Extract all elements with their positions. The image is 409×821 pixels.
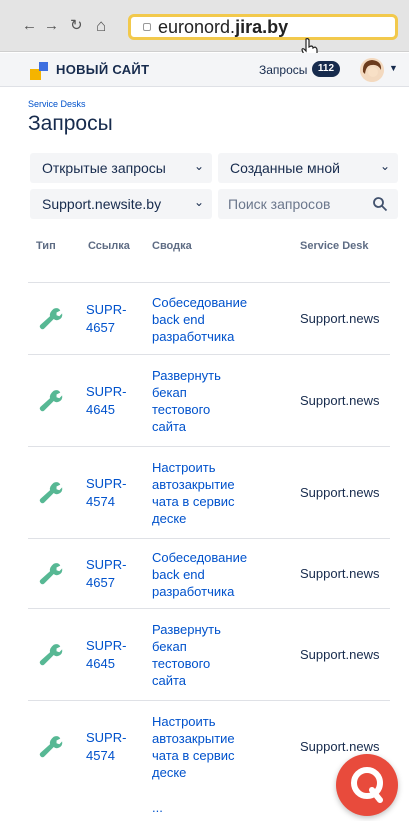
- request-summary-line: деске: [152, 765, 187, 780]
- search-box[interactable]: [218, 189, 398, 219]
- table-row[interactable]: SUPR- 4645 Развернуть бекап тестового сайта Su…: [28, 354, 390, 446]
- request-summary-link[interactable]: Собеседование back end разработчика: [152, 549, 247, 600]
- chevron-down-icon: ⌄: [193, 159, 204, 173]
- column-header-service-desk: Service Desk: [300, 240, 369, 252]
- request-key-link[interactable]: SUPR- 4657: [86, 301, 126, 337]
- table-row[interactable]: SUPR- 4574 Настроить автозакрытие чата в сер…: [28, 446, 390, 538]
- lock-icon: [143, 23, 151, 31]
- url-text: euronord.jira.by: [158, 17, 289, 37]
- wrench-icon: [39, 563, 63, 585]
- chevron-down-icon: ⌄: [379, 159, 390, 173]
- home-icon[interactable]: ⌂: [96, 17, 106, 34]
- request-key-line: 4645: [86, 656, 115, 671]
- wrench-icon: [39, 644, 63, 666]
- request-key-line: SUPR-: [86, 557, 127, 572]
- address-bar[interactable]: euronord.jira.by: [128, 14, 398, 40]
- request-summary-line: Настроить: [152, 460, 216, 475]
- creator-filter-label: Созданные мной: [230, 160, 340, 176]
- site-logo-icon: [30, 62, 48, 80]
- request-summary-link[interactable]: Настроить автозакрытие чата в сервис деске: [152, 459, 235, 527]
- request-key-line: 4645: [86, 402, 115, 417]
- request-summary-link[interactable]: Собеседование back end разработчика: [152, 294, 247, 345]
- wrench-icon: [39, 308, 63, 330]
- request-key-link[interactable]: SUPR- 4574: [86, 729, 126, 765]
- help-chat-button[interactable]: [336, 754, 398, 816]
- request-summary-line: бекап: [152, 385, 187, 400]
- request-key-line: 4574: [86, 748, 115, 763]
- request-summary-line: Развернуть: [152, 622, 221, 637]
- request-summary-link[interactable]: Развернуть бекап тестового сайта: [152, 367, 221, 435]
- chevron-down-icon[interactable]: ▼: [389, 63, 398, 73]
- request-summary-line: деске: [152, 511, 187, 526]
- request-summary-link[interactable]: Развернуть бекап тестового сайта: [152, 621, 221, 689]
- request-key-line: SUPR-: [86, 638, 127, 653]
- search-icon[interactable]: [372, 196, 388, 212]
- table-row[interactable]: SUPR- 4657 Собеседование back end разработчи…: [28, 538, 390, 608]
- request-summary-line: back end: [152, 311, 205, 327]
- request-key-link[interactable]: SUPR- 4645: [86, 637, 126, 673]
- user-avatar[interactable]: [360, 58, 384, 82]
- request-key-line: SUPR-: [86, 302, 127, 317]
- request-summary-line: тестового: [152, 656, 211, 671]
- service-desk-name: Support.news: [300, 485, 380, 500]
- request-key-link[interactable]: SUPR- 4645: [86, 383, 126, 419]
- request-summary-line: Настроить: [152, 714, 216, 729]
- chevron-down-icon: ⌄: [193, 195, 204, 209]
- reload-icon[interactable]: ↻: [70, 18, 83, 34]
- request-key-line: SUPR-: [86, 384, 127, 399]
- project-filter-label: Support.newsite.by: [42, 196, 162, 212]
- wrench-icon: [39, 482, 63, 504]
- browser-toolbar: ← → ↻ ⌂ euronord.jira.by: [0, 0, 409, 61]
- request-key-link[interactable]: SUPR- 4574: [86, 475, 126, 511]
- request-summary-line: бекап: [152, 639, 187, 654]
- request-summary-line: автозакрытие: [152, 477, 235, 492]
- breadcrumb[interactable]: Service Desks: [28, 99, 86, 109]
- request-summary-line: Собеседование: [152, 549, 248, 565]
- request-summary-line: Собеседование: [152, 294, 248, 310]
- wrench-icon: [39, 390, 63, 412]
- more-link[interactable]: ...: [152, 800, 163, 815]
- column-header-key: Ссылка: [88, 240, 130, 252]
- table-row[interactable]: SUPR- 4657 Собеседование back end разработчи…: [28, 282, 390, 354]
- table-row[interactable]: SUPR- 4645 Развернуть бекап тестового сайта Su…: [28, 608, 390, 700]
- service-desk-name: Support.news: [300, 647, 380, 662]
- app-header: НОВЫЙ САЙТ Запросы 112 ▼: [0, 53, 409, 87]
- request-key-line: 4657: [86, 320, 115, 335]
- back-arrow-icon[interactable]: ←: [22, 18, 37, 34]
- status-filter-select[interactable]: Открытые запросы ⌄: [30, 153, 212, 183]
- request-summary-line: сайта: [152, 419, 187, 434]
- request-summary-line: чата в сервис: [152, 494, 235, 509]
- request-summary-line: Развернуть: [152, 368, 221, 383]
- request-summary-line: сайта: [152, 673, 187, 688]
- search-input[interactable]: [218, 189, 368, 219]
- wrench-icon: [39, 736, 63, 758]
- requests-count-badge: 112: [312, 61, 340, 77]
- requests-link[interactable]: Запросы: [259, 63, 307, 77]
- request-summary-line: чата в сервис: [152, 748, 235, 763]
- request-summary-line: разработчика: [152, 328, 235, 344]
- forward-arrow-icon[interactable]: →: [44, 18, 59, 34]
- request-summary-line: back end: [152, 566, 205, 582]
- service-desk-name: Support.news: [300, 311, 380, 326]
- project-filter-select[interactable]: Support.newsite.by ⌄: [30, 189, 212, 219]
- column-header-summary: Сводка: [152, 240, 192, 252]
- brand-name[interactable]: НОВЫЙ САЙТ: [56, 62, 149, 77]
- request-summary-line: тестового: [152, 402, 211, 417]
- chat-icon: [351, 767, 383, 803]
- request-key-line: SUPR-: [86, 730, 127, 745]
- request-summary-line: разработчика: [152, 583, 235, 599]
- service-desk-name: Support.news: [300, 393, 380, 408]
- service-desk-name: Support.news: [300, 566, 380, 581]
- request-key-line: SUPR-: [86, 476, 127, 491]
- request-key-line: 4657: [86, 575, 115, 590]
- creator-filter-select[interactable]: Созданные мной ⌄: [218, 153, 398, 183]
- request-summary-link[interactable]: Настроить автозакрытие чата в сервис деске: [152, 713, 235, 781]
- request-summary-line: автозакрытие: [152, 731, 235, 746]
- status-filter-label: Открытые запросы: [42, 160, 166, 176]
- service-desk-name: Support.news: [300, 739, 380, 754]
- request-key-line: 4574: [86, 494, 115, 509]
- page-title: Запросы: [28, 112, 113, 135]
- request-key-link[interactable]: SUPR- 4657: [86, 556, 126, 592]
- column-header-type: Тип: [36, 240, 56, 252]
